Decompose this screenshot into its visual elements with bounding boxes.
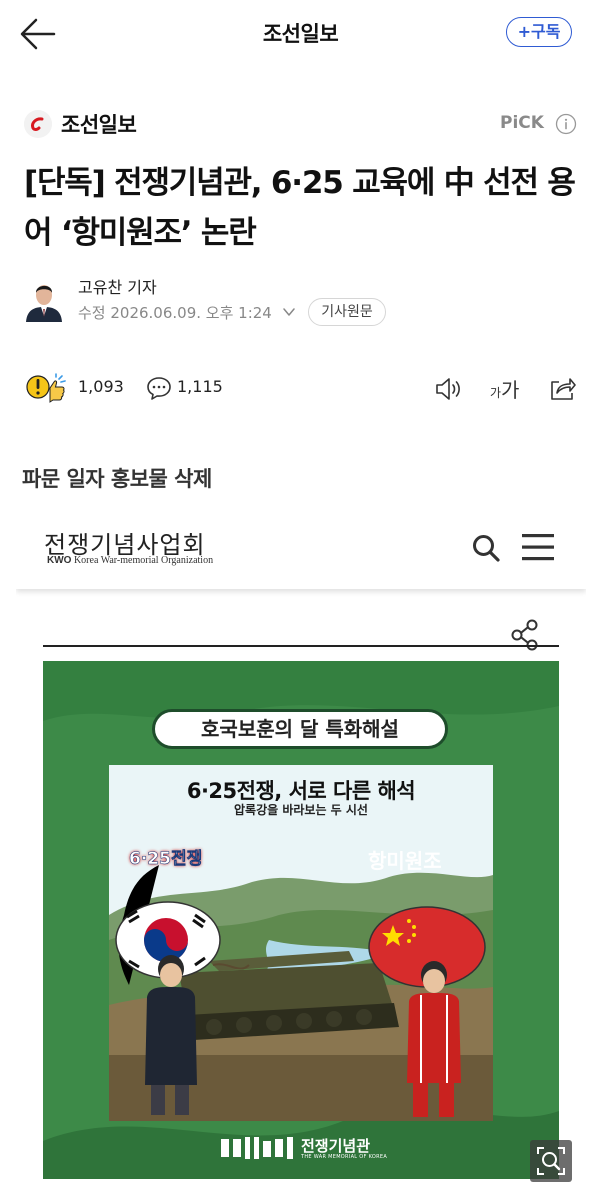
comment-icon[interactable] bbox=[146, 375, 172, 401]
image-caption: 파문 일자 홍보물 삭제 bbox=[22, 467, 212, 491]
subscribe-button[interactable]: +구독 bbox=[506, 17, 572, 47]
poster-label: 호국보훈의 달 특화해설 bbox=[152, 709, 448, 749]
hamburger-menu-icon bbox=[522, 534, 554, 561]
speaker-icon[interactable] bbox=[434, 376, 464, 402]
embedded-site-subtitle: KWO Korea War-memorial Organization bbox=[47, 555, 213, 566]
article-date[interactable]: 수정 2026.06.09. 오후 1:24 bbox=[78, 302, 272, 323]
chevron-down-icon[interactable] bbox=[281, 304, 297, 320]
font-size-button[interactable]: 가가 bbox=[490, 374, 519, 404]
poster-right-bubble: 항미원조 bbox=[368, 849, 442, 873]
war-memorial-logo-icon bbox=[221, 1137, 293, 1159]
search-icon bbox=[473, 535, 500, 562]
press-name[interactable]: 조선일보 bbox=[61, 109, 137, 139]
poster-subtitle: 압록강을 바라보는 두 시선 bbox=[234, 803, 368, 817]
poster-illustration bbox=[109, 765, 493, 1121]
reaction-icon[interactable] bbox=[26, 372, 72, 404]
poster-left-bubble: 6·25전쟁 bbox=[129, 849, 203, 870]
image-zoom-button[interactable] bbox=[530, 1140, 572, 1182]
original-article-button[interactable]: 기사원문 bbox=[308, 298, 386, 326]
embedded-site-sub-text: Korea War-memorial Organization bbox=[71, 555, 214, 566]
poster-image: 호국보훈의 달 특화해설 6·25전쟁, 서로 다른 해석 압록강을 바라보는 … bbox=[43, 661, 559, 1179]
reporter-name[interactable]: 고유찬 기자 bbox=[78, 274, 157, 298]
zoom-icon bbox=[537, 1147, 565, 1175]
divider-line bbox=[43, 645, 559, 647]
pick-label: PiCK bbox=[500, 113, 544, 133]
poster-footer: 전쟁기념관 bbox=[301, 1137, 371, 1155]
article-image[interactable]: 전쟁기념사업회 KWO Korea War-memorial Organizat… bbox=[16, 503, 586, 1197]
poster-footer-sub: THE WAR MEMORIAL OF KOREA bbox=[301, 1154, 388, 1160]
embedded-site-header: 전쟁기념사업회 KWO Korea War-memorial Organizat… bbox=[16, 503, 586, 589]
reaction-count: 1,093 bbox=[78, 377, 124, 396]
embedded-site-sub-bold: KWO bbox=[47, 555, 72, 566]
font-big-label: 가 bbox=[501, 378, 520, 402]
info-icon[interactable] bbox=[555, 113, 577, 135]
comment-count[interactable]: 1,115 bbox=[177, 377, 223, 396]
font-small-label: 가 bbox=[490, 386, 502, 400]
reporter-avatar[interactable] bbox=[24, 276, 64, 322]
article-headline: [단독] 전쟁기념관, 6·25 교육에 中 선전 용어 ‘항미원조’ 논란 bbox=[24, 165, 576, 251]
share-icon[interactable] bbox=[548, 374, 576, 402]
press-logo-icon[interactable] bbox=[24, 110, 52, 138]
